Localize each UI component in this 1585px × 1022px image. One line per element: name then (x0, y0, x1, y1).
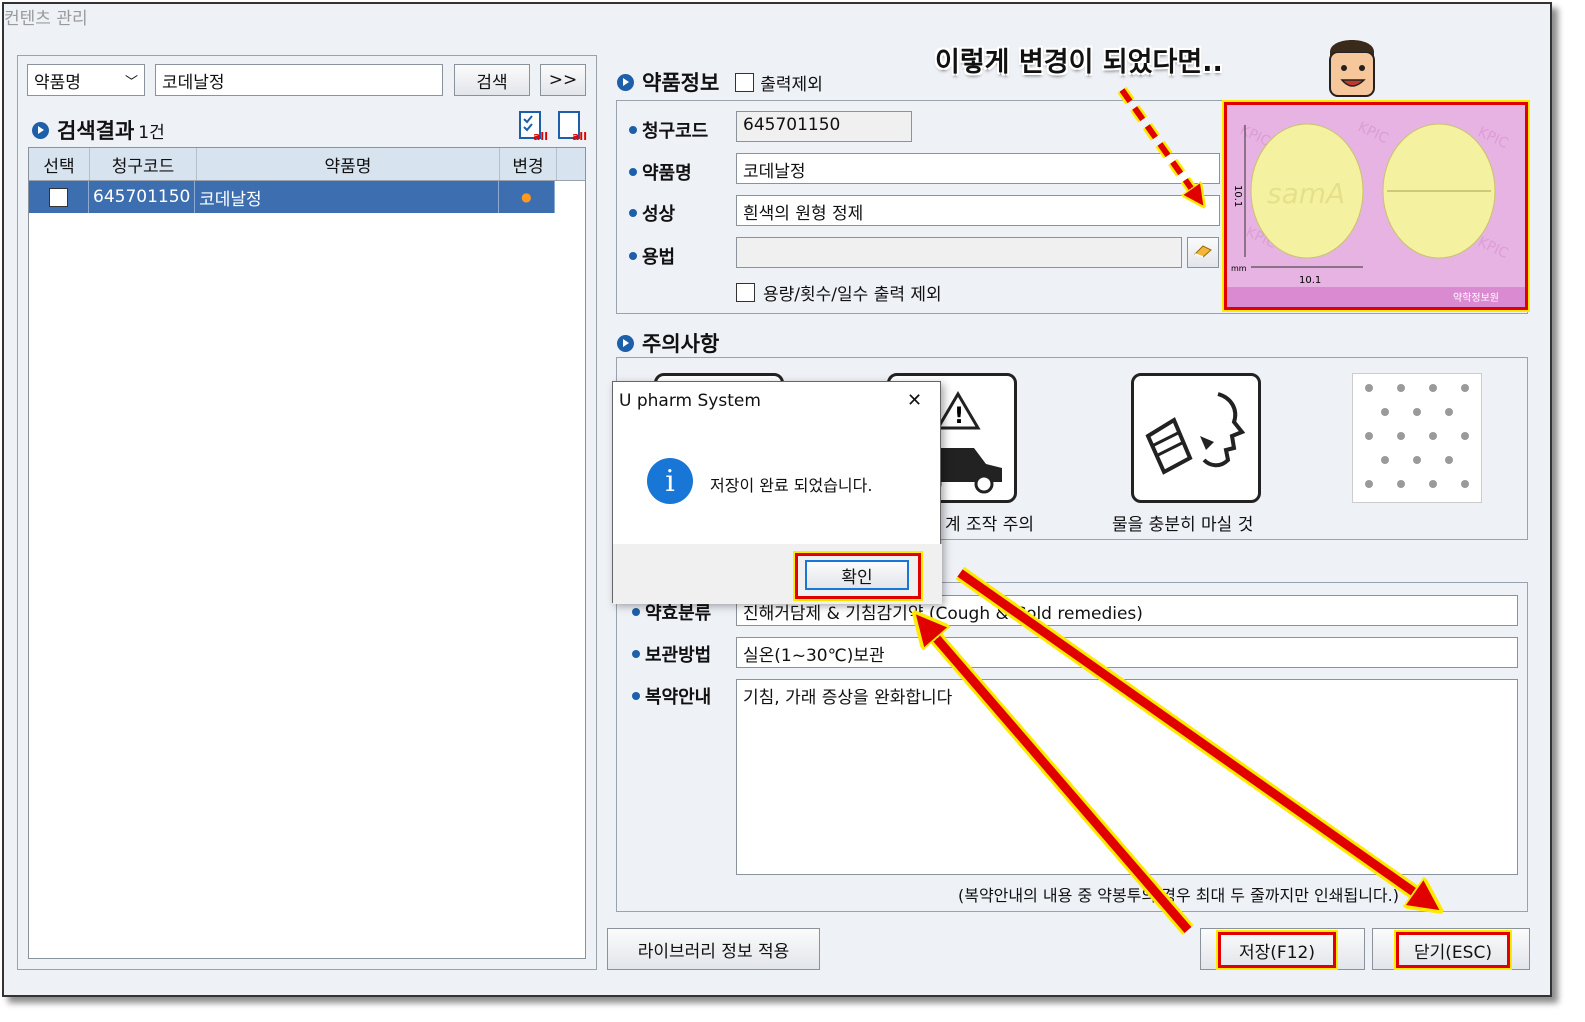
dialog-ok-button[interactable]: 확인 (805, 560, 909, 590)
dialog-message: 저장이 완료 되었습니다. (710, 476, 873, 495)
dialog-close-icon[interactable]: ✕ (907, 390, 922, 411)
info-icon: i (647, 458, 693, 504)
dialog-title: U pharm System (619, 391, 761, 411)
message-dialog: U pharm System ✕ i 저장이 완료 되었습니다. 확인 (612, 381, 942, 604)
